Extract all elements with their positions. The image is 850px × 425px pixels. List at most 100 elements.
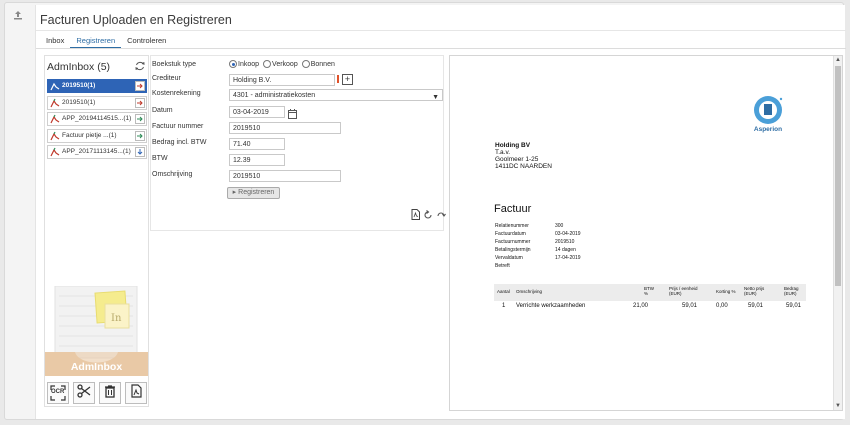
line-prijs: 59,01 xyxy=(682,303,698,309)
meta-value: 300 xyxy=(555,223,564,229)
meta-key: Betalingstermijn xyxy=(495,247,531,253)
chevron-down-icon: ▼ xyxy=(432,94,439,101)
kostenrekening-value: 4301 - administratiekosten xyxy=(233,92,316,99)
inbox-item[interactable]: 2019510(1) xyxy=(47,79,147,93)
ocr-icon: OCR xyxy=(50,385,66,401)
meta-key: Relatienummer xyxy=(495,223,529,229)
tray-label: AdmInbox xyxy=(70,361,123,373)
col-prijs: Prijs / eenheid (EUR) xyxy=(669,286,698,296)
meta-value: 2019510 xyxy=(555,239,575,245)
invoice-line: 1 Verrichte werkzaamheden 21,00 59,01 0,… xyxy=(494,303,806,311)
delete-button[interactable] xyxy=(99,382,121,404)
page-title: Facturen Uploaden en Registreren xyxy=(40,13,232,27)
meta-value: 17-04-2019 xyxy=(555,255,581,261)
main-panel: Facturen Uploaden en Registreren Inbox R… xyxy=(35,5,846,419)
scroll-down-icon[interactable]: ▼ xyxy=(835,403,841,409)
radio-verkoop-label: Verkoop xyxy=(272,60,298,68)
tab-controleren[interactable]: Controleren xyxy=(121,33,172,49)
arrow-right-icon[interactable] xyxy=(135,114,145,124)
document-tools xyxy=(411,207,446,225)
registreren-button[interactable]: ▸ Registreren xyxy=(227,187,280,199)
bedrag-label: Bedrag incl. BTW xyxy=(152,139,207,146)
radio-inkoop-label: Inkoop xyxy=(238,60,260,68)
meta-row: Vervaldatum 17-04-2019 xyxy=(495,254,581,262)
btw-label: BTW xyxy=(152,155,168,162)
factuurnummer-row: Factuur nummer 2019510 xyxy=(151,122,445,136)
meta-row: Relatienummer 300 xyxy=(495,222,581,230)
address-line: 1411DC NAARDEN xyxy=(495,163,552,170)
upload-icon[interactable] xyxy=(12,9,24,21)
adminbox-title: AdmInbox (5) xyxy=(47,61,111,73)
meta-row: Betalingstermijn 14 dagen xyxy=(495,246,581,254)
pdf-download-icon[interactable] xyxy=(411,207,420,225)
inbox-item[interactable]: 2019510(1) xyxy=(47,95,147,110)
line-aantal: 1 xyxy=(502,303,506,309)
col-bedrag: Bedrag (EUR) xyxy=(784,286,799,296)
radio-verkoop[interactable]: Verkoop xyxy=(263,60,298,68)
col-omschrijving: Omschrijving xyxy=(516,289,543,294)
col-aantal: Aantal xyxy=(497,289,510,294)
inbox-item[interactable]: APP_20194114515...(1) xyxy=(47,112,147,126)
arrow-right-icon[interactable] xyxy=(135,97,145,108)
inbox-item[interactable]: Factuur pietje ...(1) xyxy=(47,128,147,143)
radio-unselected-icon xyxy=(263,60,272,68)
kostenrekening-select[interactable]: 4301 - administratiekosten ▼ xyxy=(229,89,443,101)
scroll-up-icon[interactable]: ▲ xyxy=(835,57,841,63)
trash-icon xyxy=(103,384,117,403)
radio-bonnen[interactable]: Bonnen xyxy=(301,60,335,68)
radio-bonnen-label: Bonnen xyxy=(310,60,335,68)
add-crediteur-button[interactable]: + xyxy=(342,74,353,85)
arrow-right-icon[interactable] xyxy=(135,130,145,141)
rotate-right-icon[interactable] xyxy=(436,207,446,225)
tab-inbox[interactable]: Inbox xyxy=(40,33,70,49)
preview-scrollbar[interactable]: ▲ ▼ xyxy=(833,56,842,410)
inbox-item[interactable]: APP_20171113145...(1) xyxy=(47,145,147,159)
pdf-button[interactable] xyxy=(125,382,147,404)
invoice-preview[interactable]: Asperion Holding BV T.a.v. Goolmeer 1-25… xyxy=(449,55,843,411)
invoice-line-header: Aantal Omschrijving BTW % Prijs / eenhei… xyxy=(494,284,806,301)
scissors-icon xyxy=(77,383,91,403)
tab-registreren[interactable]: Registreren xyxy=(70,33,122,49)
scroll-thumb[interactable] xyxy=(835,66,841,286)
pdf-file-icon xyxy=(50,98,60,108)
crediteur-row: Crediteur Holding B.V. + xyxy=(151,74,445,88)
inbox-item-label: 2019510(1) xyxy=(62,98,96,106)
ocr-label: OCR xyxy=(51,389,65,395)
bedrag-field[interactable]: 71.40 xyxy=(229,138,285,150)
adminbox-tray-illustration: In AdmInbox xyxy=(45,285,148,376)
meta-row: Betreft xyxy=(495,262,581,270)
split-button[interactable] xyxy=(73,382,95,404)
line-omschrijving: Verrichte werkzaamheden xyxy=(516,303,586,309)
factuurnummer-field[interactable]: 2019510 xyxy=(229,122,341,134)
ocr-button[interactable]: OCR xyxy=(47,382,69,404)
btw-row: BTW 12.39 xyxy=(151,154,445,168)
crediteur-label: Crediteur xyxy=(152,75,181,82)
meta-value: 14 dagen xyxy=(555,247,576,253)
datum-row: Datum 03-04-2019 xyxy=(151,106,445,120)
registration-form: Boekstuk type Inkoop Verkoop Bonnen Cred… xyxy=(150,55,446,231)
radio-selected-icon xyxy=(229,60,237,68)
datum-field[interactable]: 03-04-2019 xyxy=(229,106,285,118)
address-line: Goolmeer 1-25 xyxy=(495,156,539,163)
inbox-item-label: APP_20171113145...(1) xyxy=(62,148,131,155)
crediteur-field[interactable]: Holding B.V. xyxy=(229,74,335,86)
kostenrekening-row: Kostenrekening 4301 - administratiekoste… xyxy=(151,89,445,103)
btw-field[interactable]: 12.39 xyxy=(229,154,285,166)
arrow-right-icon[interactable] xyxy=(135,81,145,91)
invoice-address: Holding BV T.a.v. Goolmeer 1-25 1411DC N… xyxy=(495,142,552,170)
calendar-icon[interactable] xyxy=(288,106,297,119)
radio-inkoop[interactable]: Inkoop xyxy=(229,60,259,68)
pdf-file-icon xyxy=(50,147,60,157)
line-bedrag: 59,01 xyxy=(786,303,802,309)
arrow-down-icon[interactable] xyxy=(135,147,145,157)
omschrijving-field[interactable]: 2019510 xyxy=(229,170,341,182)
meta-key: Betreft xyxy=(495,263,510,269)
svg-text:In: In xyxy=(111,313,122,324)
refresh-icon[interactable] xyxy=(134,59,146,71)
adminbox-panel: AdmInbox (5) 2019510(1) 2019510(1) APP_2… xyxy=(44,55,149,407)
rotate-left-icon[interactable] xyxy=(423,207,433,225)
registreren-label: Registreren xyxy=(238,189,275,196)
kostenrekening-label: Kostenrekening xyxy=(152,90,201,97)
pdf-file-icon xyxy=(50,131,60,141)
col-netto: Netto prijs (EUR) xyxy=(744,286,765,296)
